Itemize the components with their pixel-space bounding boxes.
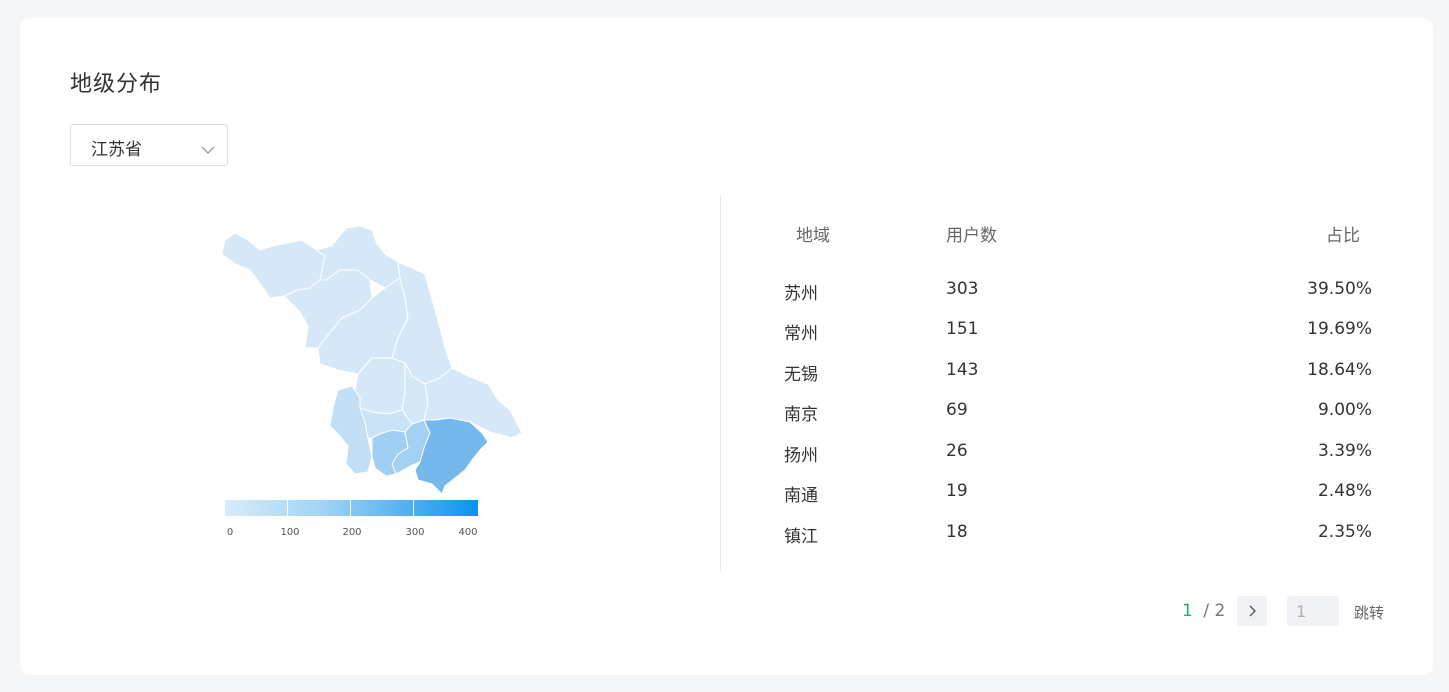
page-current: 1 [1182,601,1193,621]
header-ratio: 占比 [1326,226,1360,246]
jump-button[interactable]: 跳转 [1354,602,1384,623]
header-region: 地域 [796,226,830,246]
cell-region: 南通 [784,486,818,506]
page-jump-input[interactable] [1287,596,1339,626]
legend-separator [287,500,288,516]
legend-tick: 400 [458,527,478,538]
card-title: 地级分布 [70,72,163,97]
cell-region: 常州 [784,324,818,344]
vertical-divider [720,196,721,571]
cell-ratio: 2.35% [1317,522,1372,542]
header-users: 用户数 [946,226,997,246]
table-row: 常州 151 19.69% [784,319,1372,349]
cell-users: 69 [946,400,968,420]
cell-ratio: 18.64% [1307,360,1372,380]
chevron-down-icon [201,140,215,159]
cell-users: 18 [946,522,968,542]
chevron-right-icon [1249,605,1256,617]
cell-region: 镇江 [784,527,818,547]
legend-gradient-bar [225,500,478,516]
cell-region: 南京 [784,405,818,425]
legend-tick: 200 [342,527,362,538]
color-legend: 0 100 200 300 400 [225,500,478,540]
legend-tick: 300 [405,527,425,538]
table-row: 南通 19 2.48% [784,481,1372,511]
cell-ratio: 19.69% [1307,319,1372,339]
province-select-value: 江苏省 [91,140,142,160]
cell-users: 303 [946,279,979,299]
cell-users: 143 [946,360,979,380]
page-total: / 2 [1198,601,1226,621]
province-select[interactable]: 江苏省 [70,124,228,166]
cell-users: 19 [946,481,968,501]
legend-tick: 0 [226,527,234,538]
province-map [195,203,535,497]
next-page-button[interactable] [1237,596,1267,626]
legend-tick: 100 [280,527,300,538]
cell-region: 无锡 [784,365,818,385]
cell-region: 苏州 [784,284,818,304]
table-row: 苏州 303 39.50% [784,279,1372,309]
cell-ratio: 2.48% [1317,481,1372,501]
table-row: 南京 69 9.00% [784,400,1372,430]
legend-separator [413,500,414,516]
table-row: 扬州 26 3.39% [784,441,1372,471]
cell-users: 151 [946,319,979,339]
cell-ratio: 39.50% [1307,279,1372,299]
region-distribution-card: 地级分布 江苏省 0 100 200 300 400 地域 用户数 占比 苏州 … [20,18,1433,675]
table-row: 镇江 18 2.35% [784,522,1372,552]
legend-separator [350,500,351,516]
cell-users: 26 [946,441,968,461]
cell-ratio: 3.39% [1317,441,1372,461]
cell-region: 扬州 [784,446,818,466]
cell-ratio: 9.00% [1317,400,1372,420]
table-row: 无锡 143 18.64% [784,360,1372,390]
